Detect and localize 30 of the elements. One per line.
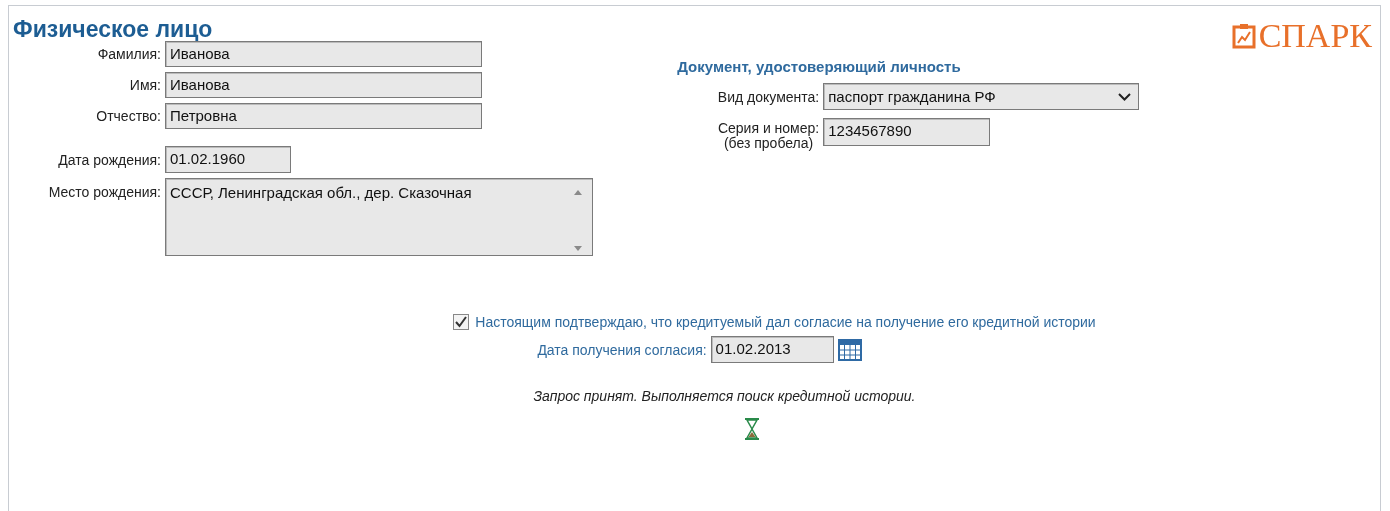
input-field[interactable]: 1234567890 [823, 118, 991, 146]
checkbox-label: Настоящим подтверждаю, что кредитуемый дал согласие на получение его кредитной истории [475, 314, 1096, 330]
hourglass-icon [743, 418, 760, 440]
chevron-down-icon [1118, 92, 1132, 101]
field-label: Место рождения: [48, 184, 161, 200]
input-field[interactable]: Петровна [165, 103, 482, 129]
logo-text: СПАРК [1258, 18, 1372, 54]
input-field[interactable]: Иванова [165, 72, 482, 98]
field-label: Дата получения согласия: [537, 341, 707, 358]
chart-board-icon [1231, 23, 1256, 49]
calendar-icon[interactable] [837, 338, 862, 361]
scroll-down-icon[interactable] [574, 246, 582, 251]
input-field[interactable]: Иванова [165, 41, 482, 67]
section-heading: Документ, удостоверяющий личность [677, 58, 962, 75]
field-label: Имя: [129, 77, 161, 93]
field-label: Дата рождения: [58, 151, 161, 168]
field-value: СССР, Ленинградская обл., дер. Сказочная [170, 184, 472, 203]
scroll-up-icon[interactable] [574, 190, 582, 195]
input-field[interactable]: 01.02.2013 [710, 336, 834, 363]
status-message: Запрос принят. Выполняется поиск кредитной истории. [533, 388, 916, 404]
page-title: Физическое лицо [13, 16, 214, 42]
field-hint: (без пробела) [723, 136, 814, 151]
input-field[interactable]: 01.02.1960 [165, 146, 291, 173]
dropdown[interactable]: паспорт гражданина РФ [823, 83, 1140, 110]
field-label: Отчество: [96, 108, 161, 124]
field-label: Серия и номер: [717, 121, 820, 136]
field-label: Вид документа: [717, 88, 820, 105]
field-label: Фамилия: [97, 46, 161, 62]
checkbox[interactable] [453, 314, 470, 330]
text-area[interactable]: СССР, Ленинградская обл., дер. Сказочная [165, 178, 593, 256]
